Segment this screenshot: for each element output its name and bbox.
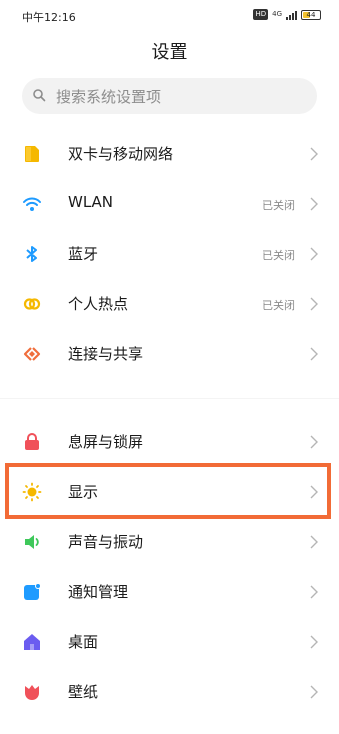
- chevron-right-icon: [309, 684, 319, 700]
- settings-item-label: 显示: [68, 483, 99, 501]
- battery-level: 44: [306, 10, 316, 19]
- chevron-right-icon: [309, 146, 319, 162]
- settings-item-label: WLAN: [68, 193, 114, 211]
- settings-item-value: 已关闭: [262, 249, 295, 262]
- chevron-right-icon: [309, 434, 319, 450]
- settings-item-label: 壁纸: [68, 683, 99, 701]
- hd-icon: HD: [253, 9, 269, 20]
- battery-icon: 44: [301, 9, 321, 20]
- wifi-icon: [22, 194, 42, 214]
- settings-item-bluetooth[interactable]: 蓝牙 已关闭: [0, 229, 339, 279]
- search-icon: [32, 87, 46, 106]
- settings-item-label: 蓝牙: [68, 245, 99, 263]
- chevron-right-icon: [309, 196, 319, 212]
- notification-icon: [22, 582, 42, 602]
- search-placeholder: 搜索系统设置项: [56, 87, 162, 106]
- sun-icon: [22, 482, 42, 502]
- settings-item-label: 个人热点: [68, 295, 129, 313]
- speaker-icon: [22, 532, 42, 552]
- chevron-right-icon: [309, 634, 319, 650]
- hotspot-icon: [22, 294, 42, 314]
- settings-item-value: 已关闭: [262, 299, 295, 312]
- settings-item-wlan[interactable]: WLAN 已关闭: [0, 179, 339, 229]
- settings-item-label: 息屏与锁屏: [68, 433, 144, 451]
- status-icons: HD 4G 44: [253, 9, 321, 20]
- home-icon: [22, 632, 42, 652]
- settings-item-sound[interactable]: 声音与振动: [0, 517, 339, 567]
- chevron-right-icon: [309, 346, 319, 362]
- settings-item-home-screen[interactable]: 桌面: [0, 617, 339, 667]
- settings-item-hotspot[interactable]: 个人热点 已关闭: [0, 279, 339, 329]
- settings-item-wallpaper[interactable]: 壁纸: [0, 667, 339, 717]
- bluetooth-icon: [22, 244, 42, 264]
- settings-item-label: 双卡与移动网络: [68, 145, 174, 163]
- signal-icon: [286, 10, 297, 20]
- wallpaper-icon: [22, 682, 42, 702]
- chevron-right-icon: [309, 484, 319, 500]
- settings-item-connection-share[interactable]: 连接与共享: [0, 329, 339, 379]
- settings-item-notifications[interactable]: 通知管理: [0, 567, 339, 617]
- settings-item-label: 桌面: [68, 633, 99, 651]
- settings-item-lock-screen[interactable]: 息屏与锁屏: [0, 417, 339, 467]
- chevron-right-icon: [309, 584, 319, 600]
- network-type-icon: 4G: [272, 10, 282, 18]
- chevron-right-icon: [309, 534, 319, 550]
- settings-item-value: 已关闭: [262, 199, 295, 212]
- page-title: 设置: [151, 42, 188, 63]
- group-divider: [0, 398, 339, 399]
- settings-item-label: 连接与共享: [68, 345, 144, 363]
- settings-item-label: 声音与振动: [68, 533, 144, 551]
- lock-icon: [22, 432, 42, 452]
- chevron-right-icon: [309, 246, 319, 262]
- status-bar: 中午12:16 HD 4G 44: [0, 0, 339, 32]
- chevron-right-icon: [309, 296, 319, 312]
- sim-card-icon: [22, 144, 42, 164]
- settings-item-label: 通知管理: [68, 583, 129, 601]
- settings-item-dual-sim[interactable]: 双卡与移动网络: [0, 129, 339, 179]
- status-time: 中午12:16: [22, 11, 76, 24]
- connection-share-icon: [22, 344, 42, 364]
- settings-item-display[interactable]: 显示: [0, 467, 339, 517]
- search-input[interactable]: 搜索系统设置项: [22, 78, 317, 114]
